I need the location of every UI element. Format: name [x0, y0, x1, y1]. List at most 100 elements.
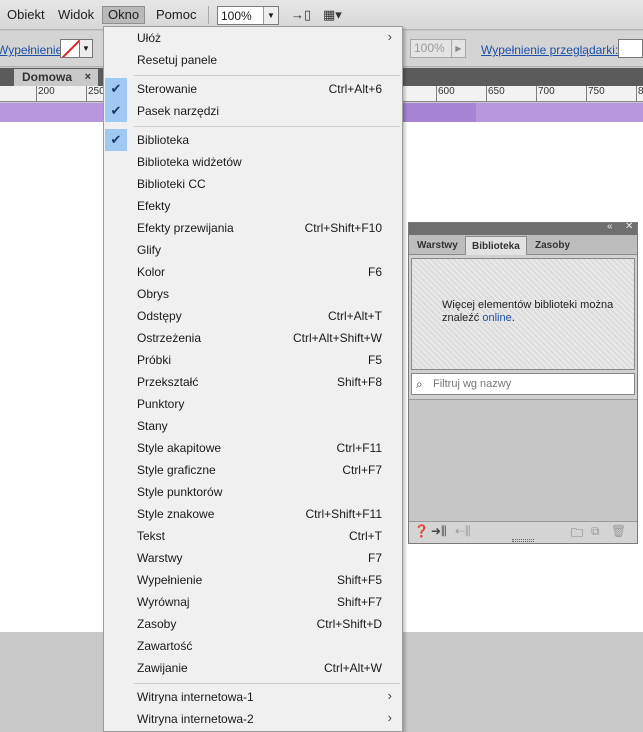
menu-item-label: Efekty przewijania: [137, 221, 234, 235]
menu-item-obrys[interactable]: Obrys: [104, 283, 402, 305]
opacity-field[interactable]: 100% ▶: [410, 39, 466, 58]
menu-item-label: Stany: [137, 419, 168, 433]
menu-widok[interactable]: Widok: [53, 6, 99, 24]
menu-item-odstepy[interactable]: Odstępy Ctrl+Alt+T: [104, 305, 402, 327]
menu-item-probki[interactable]: Próbki F5: [104, 349, 402, 371]
menu-item-witryna-1[interactable]: Witryna internetowa-1 ›: [104, 686, 402, 708]
ruler-tick: [486, 86, 487, 101]
menu-item-pasek-narzedzi[interactable]: ✔ Pasek narzędzi: [104, 100, 402, 122]
menu-item-shortcut: Ctrl+T: [349, 529, 382, 543]
menu-item-wypelnienie[interactable]: Wypełnienie Shift+F5: [104, 569, 402, 591]
menu-item-style-graficzne[interactable]: Style graficzne Ctrl+F7: [104, 459, 402, 481]
menu-item-style-akapitowe[interactable]: Style akapitowe Ctrl+F11: [104, 437, 402, 459]
menu-item-warstwy[interactable]: Warstwy F7: [104, 547, 402, 569]
menu-item-label: Tekst: [137, 529, 166, 543]
export-icon[interactable]: ⇠⫼: [455, 524, 471, 539]
resize-grip[interactable]: [512, 539, 534, 542]
okno-menu: Ułóż › Resetuj panele ✔ Sterowanie Ctrl+…: [103, 26, 403, 732]
fill-swatch[interactable]: [60, 39, 80, 58]
menu-item-zasoby[interactable]: Zasoby Ctrl+Shift+D: [104, 613, 402, 635]
browser-fill-swatch[interactable]: [618, 39, 643, 58]
menu-item-style-punktorow[interactable]: Style punktorów: [104, 481, 402, 503]
menu-item-label: Ułóż: [137, 31, 162, 45]
menu-item-wyrownaj[interactable]: Wyrównaj Shift+F7: [104, 591, 402, 613]
ruler-label: 800: [638, 86, 643, 97]
menu-item-resetuj-panele[interactable]: Resetuj panele: [104, 49, 402, 71]
filter-input[interactable]: [431, 376, 631, 392]
header-band-segment: [400, 103, 476, 122]
preview-mode-icon[interactable]: ▦▾: [323, 7, 342, 23]
trash-icon[interactable]: 🗑: [611, 524, 626, 538]
menu-item-kolor[interactable]: Kolor F6: [104, 261, 402, 283]
menu-item-shortcut: Shift+F8: [336, 375, 382, 389]
menu-item-shortcut: Ctrl+Alt+6: [328, 82, 382, 96]
menu-item-efekty-przewijania[interactable]: Efekty przewijania Ctrl+Shift+F10: [104, 217, 402, 239]
menu-item-style-znakowe[interactable]: Style znakowe Ctrl+Shift+F11: [104, 503, 402, 525]
browser-fill-label[interactable]: Wypełnienie przeglądarki:: [481, 43, 618, 57]
help-icon[interactable]: ❓: [414, 524, 429, 538]
menu-item-label: Obrys: [137, 287, 170, 301]
menu-okno[interactable]: Okno: [102, 6, 146, 24]
menu-item-efekty[interactable]: Efekty: [104, 195, 402, 217]
menu-item-sterowanie[interactable]: ✔ Sterowanie Ctrl+Alt+6: [104, 78, 402, 100]
collapse-icon[interactable]: «: [607, 221, 613, 232]
play-arrow-icon[interactable]: ▶: [451, 40, 465, 57]
menu-item-tekst[interactable]: Tekst Ctrl+T: [104, 525, 402, 547]
new-folder-icon[interactable]: 🗀: [571, 524, 583, 545]
fill-label[interactable]: Wypełnienie:: [0, 43, 66, 57]
menu-item-label: Punktory: [137, 397, 185, 411]
menu-item-ostrzezenia[interactable]: Ostrzeżenia Ctrl+Alt+Shift+W: [104, 327, 402, 349]
ruler-tick: [636, 86, 637, 101]
chevron-right-icon: ›: [387, 710, 392, 725]
menu-item-glify[interactable]: Glify: [104, 239, 402, 261]
close-icon[interactable]: ✕: [625, 221, 633, 232]
library-list[interactable]: [409, 399, 637, 521]
close-icon[interactable]: ×: [85, 69, 91, 86]
menu-separator: [134, 75, 400, 76]
new-item-icon[interactable]: ⧉: [591, 524, 600, 539]
menu-item-label: Pasek narzędzi: [137, 104, 220, 118]
menu-item-biblioteka[interactable]: ✔ Biblioteka: [104, 129, 402, 151]
tab-warstwy[interactable]: Warstwy: [411, 236, 464, 255]
menu-item-zawijanie[interactable]: Zawijanie Ctrl+Alt+W: [104, 657, 402, 679]
page-navigate-icon[interactable]: →▯: [291, 7, 311, 23]
divider: [208, 6, 209, 24]
online-link[interactable]: online: [482, 312, 511, 324]
menu-obiekt[interactable]: Obiekt: [2, 6, 50, 24]
menu-item-label: Style akapitowe: [137, 441, 222, 455]
menu-item-biblioteka-widzetow[interactable]: Biblioteka widżetów: [104, 151, 402, 173]
menu-item-przeksztalc[interactable]: Przekształć Shift+F8: [104, 371, 402, 393]
dropdown-arrow-icon[interactable]: ▼: [80, 39, 93, 58]
menu-item-label: Glify: [137, 243, 161, 257]
menu-item-label: Ostrzeżenia: [137, 331, 202, 345]
ruler-tick: [86, 86, 87, 101]
menu-item-label: Próbki: [137, 353, 172, 367]
panel-titlebar[interactable]: « ✕: [409, 221, 637, 235]
menu-item-label: Style graficzne: [137, 463, 216, 477]
menu-item-label: Zawijanie: [137, 661, 188, 675]
menu-item-biblioteki-cc[interactable]: Biblioteki CC: [104, 173, 402, 195]
zoom-value: 100%: [221, 9, 252, 23]
menu-item-stany[interactable]: Stany: [104, 415, 402, 437]
menu-pomoc[interactable]: Pomoc: [151, 6, 201, 24]
tab-zasoby[interactable]: Zasoby: [529, 236, 576, 255]
menu-item-shortcut: Ctrl+F11: [336, 441, 382, 455]
opacity-value: 100%: [414, 41, 445, 55]
panel-footer: ❓ ➜⫼ ⇠⫼ 🗀 ⧉ 🗑: [409, 521, 637, 543]
menu-item-label: Biblioteka: [137, 133, 190, 147]
menu-item-shortcut: F5: [367, 353, 382, 367]
document-tab[interactable]: Domowa ×: [14, 69, 98, 86]
zoom-select[interactable]: 100% ▼: [217, 6, 279, 25]
menu-item-uloz[interactable]: Ułóż ›: [104, 27, 402, 49]
import-icon[interactable]: ➜⫼: [431, 524, 447, 539]
menu-item-punktory[interactable]: Punktory: [104, 393, 402, 415]
menu-item-label: Przekształć: [137, 375, 199, 389]
ruler-label: 650: [488, 86, 505, 97]
menu-item-shortcut: Ctrl+Shift+D: [316, 617, 382, 631]
menu-item-witryna-2[interactable]: Witryna internetowa-2 ›: [104, 708, 402, 730]
menu-item-label: Witryna internetowa-2: [137, 712, 254, 726]
menu-item-zawartosc[interactable]: Zawartość: [104, 635, 402, 657]
tab-biblioteka[interactable]: Biblioteka: [465, 236, 527, 255]
ruler-tick: [586, 86, 587, 101]
menu-item-label: Kolor: [137, 265, 166, 279]
